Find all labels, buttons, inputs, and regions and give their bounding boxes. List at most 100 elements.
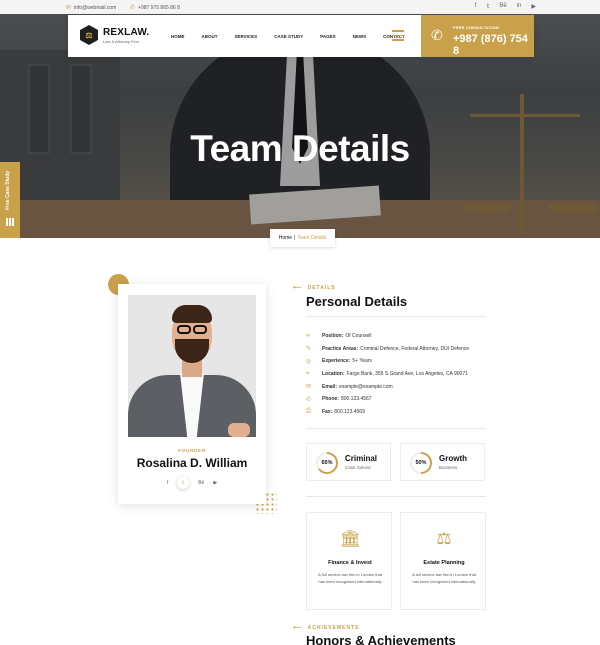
- detail-row-location: ⌖ Location: Fargo Bank, 355 S Grand Ave,…: [306, 368, 506, 381]
- phone-icon: ✆: [130, 5, 136, 11]
- nav-services[interactable]: SERVICES: [235, 34, 258, 39]
- stat-percent: 50%: [415, 460, 427, 466]
- phone-icon: ✆: [431, 27, 443, 43]
- twitter-icon[interactable]: 𝕥: [487, 3, 490, 10]
- logo-name: REXLAW.: [103, 26, 150, 38]
- breadcrumb: Home | Team Details: [270, 229, 335, 247]
- stat-percent: 65%: [321, 460, 333, 466]
- detail-value: Of Counsell: [345, 333, 372, 340]
- topbar-email[interactable]: ✉ info@webmail.com: [66, 4, 117, 12]
- divider: [306, 428, 486, 429]
- free-case-study-tab[interactable]: Free Case Study: [0, 162, 20, 238]
- detail-row-practice-areas: ✎ Practice Areas: Criminal Defence, Fede…: [306, 343, 506, 356]
- target-icon: ◎: [306, 358, 312, 365]
- achievements-eyebrow-text: ACHIEVEMENTS: [307, 624, 360, 631]
- stat-subtitle: Business: [439, 465, 458, 470]
- phone-icon: ✆: [306, 396, 312, 403]
- free-consultation-block[interactable]: ✆ FREE CONSULTATION +987 (876) 754 8: [421, 15, 534, 57]
- profile-card: FOUNDER Rosalina D. William f 𝕥 Bē ▶: [118, 284, 266, 504]
- detail-row-experience: ◎ Experience: 5+ Years: [306, 355, 506, 368]
- top-bar: ✉ info@webmail.com ✆ +987 975 865 86 8 f…: [0, 0, 600, 14]
- logo[interactable]: ⚖ REXLAW. Law & Attorney Firm: [80, 25, 149, 45]
- detail-label: Location:: [322, 371, 345, 378]
- service-card-finance[interactable]: 🏛 Finance & Invest A full service law fi…: [306, 512, 392, 610]
- behance-icon[interactable]: Bē: [198, 480, 204, 486]
- stat-title: Growth: [439, 454, 467, 463]
- personal-details-heading: Personal Details: [306, 294, 408, 309]
- hamburger-menu-icon[interactable]: [392, 30, 404, 44]
- details-eyebrow-text: DETAILS: [307, 284, 336, 291]
- bookmark-icon: ⟡: [306, 332, 310, 339]
- detail-value[interactable]: example@example.com: [339, 384, 393, 390]
- stat-subtitle: Case Solved: [345, 465, 371, 470]
- consultation-phone[interactable]: +987 (876) 754 8: [453, 33, 534, 57]
- profile-social-links: f 𝕥 Bē ▶: [118, 477, 266, 489]
- mail-icon: ✉: [66, 5, 72, 11]
- detail-label: Experience:: [322, 358, 351, 365]
- youtube-icon[interactable]: ▶: [531, 3, 536, 10]
- gavel-icon: ⚖: [436, 529, 452, 548]
- service-description: A full service law firm in London that h…: [412, 572, 476, 584]
- topbar-phone-text: +987 975 865 86 8: [138, 4, 180, 11]
- achievements-heading: Honors & Achievements: [306, 633, 456, 645]
- breadcrumb-current: Team Details: [297, 235, 327, 241]
- facebook-icon[interactable]: f: [475, 3, 477, 10]
- nav-about[interactable]: ABOUT: [202, 34, 218, 39]
- arrow-left-icon: ⟵: [293, 625, 303, 631]
- location-icon: ⌖: [306, 370, 310, 377]
- behance-icon[interactable]: Bē: [499, 3, 506, 10]
- achievements-eyebrow: ⟵ ACHIEVEMENTS: [293, 624, 360, 632]
- profile-role: FOUNDER: [178, 448, 206, 453]
- detail-label: Practice Areas:: [322, 345, 359, 352]
- detail-row-position: ⟡ Position: Of Counsell: [306, 330, 506, 343]
- main-menu: HOME ABOUT SERVICES CASE STUDY PAGES NEW…: [171, 34, 405, 39]
- service-title: Estate Planning: [423, 560, 465, 566]
- free-case-study-label: Free Case Study: [5, 170, 11, 210]
- details-eyebrow: ⟵ DETAILS: [293, 284, 336, 292]
- detail-row-phone: ✆ Phone: 800.123.4567: [306, 393, 506, 406]
- stat-title: Criminal: [345, 454, 378, 463]
- fax-icon: ⎙: [306, 408, 311, 415]
- stat-card-criminal: 65% Criminal Case Solved: [306, 443, 391, 481]
- nav-case-study[interactable]: CASE STUDY: [274, 34, 303, 39]
- service-card-estate[interactable]: ⚖ Estate Planning A full service law fir…: [400, 512, 486, 610]
- mail-icon: ✉: [306, 384, 312, 391]
- detail-value: 5+ Years: [352, 358, 372, 365]
- topbar-phone[interactable]: ✆ +987 975 865 86 8: [130, 4, 180, 12]
- nav-pages[interactable]: PAGES: [320, 34, 335, 39]
- progress-ring: 50%: [410, 452, 432, 474]
- detail-label: Email:: [322, 383, 338, 390]
- profile-photo: [128, 295, 256, 437]
- breadcrumb-separator: |: [294, 235, 296, 241]
- topbar-email-text: info@webmail.com: [74, 4, 117, 11]
- detail-row-email: ✉ Email: example@example.com: [306, 380, 506, 393]
- service-title: Finance & Invest: [328, 560, 372, 566]
- detail-label: Fax:: [322, 408, 333, 415]
- bank-icon: 🏛: [339, 529, 361, 548]
- facebook-icon[interactable]: f: [167, 480, 168, 486]
- grid-icon: [6, 218, 14, 226]
- detail-row-fax: ⎙ Fax: 800.123.4569: [306, 406, 506, 419]
- progress-ring: 65%: [316, 452, 338, 474]
- detail-value[interactable]: 800.123.4567: [341, 396, 372, 402]
- page-title: Team Details: [190, 128, 410, 169]
- twitter-icon[interactable]: 𝕥: [177, 477, 190, 489]
- nav-news[interactable]: NEWS: [353, 34, 367, 39]
- detail-label: Position:: [322, 333, 344, 340]
- detail-label: Phone:: [322, 396, 339, 403]
- logo-tagline: Law & Attorney Firm: [103, 38, 140, 44]
- logo-icon: ⚖: [80, 25, 98, 45]
- topbar-social-links: f 𝕥 Bē in ▶: [475, 3, 536, 10]
- nav-home[interactable]: HOME: [171, 34, 185, 39]
- detail-value: Fargo Bank, 355 S Grand Ave, Los Angeles…: [346, 371, 468, 378]
- main-header: ⚖ REXLAW. Law & Attorney Firm HOME ABOUT…: [68, 15, 534, 57]
- stat-card-growth: 50% Growth Business: [400, 443, 485, 481]
- service-description: A full service law firm in London that h…: [318, 572, 382, 584]
- edit-icon: ✎: [306, 346, 312, 353]
- linkedin-icon[interactable]: in: [517, 3, 522, 10]
- youtube-icon[interactable]: ▶: [213, 480, 217, 486]
- detail-value: Criminal Defence, Federal Attorney, DUI …: [360, 345, 470, 352]
- divider: [306, 316, 486, 317]
- profile-name: Rosalina D. William: [136, 456, 248, 470]
- breadcrumb-home[interactable]: Home: [279, 235, 292, 241]
